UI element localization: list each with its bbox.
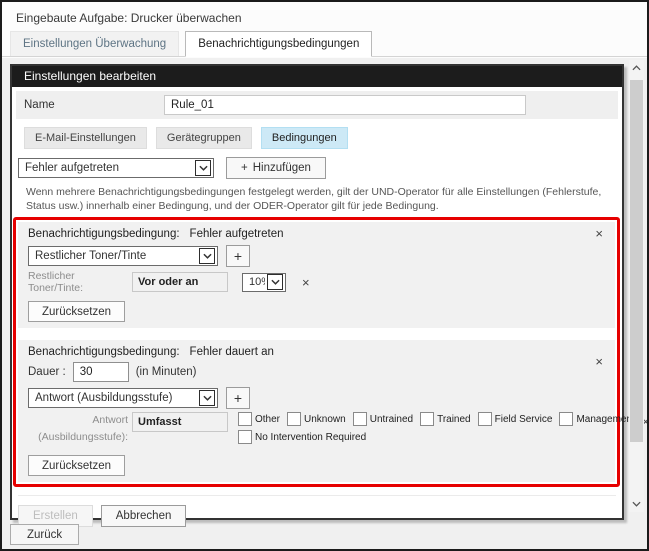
- checkbox-label: Management: [576, 414, 634, 425]
- reset-button[interactable]: Zurücksetzen: [28, 301, 125, 322]
- condition-type-value: Fehler aufgetreten: [19, 162, 193, 174]
- cancel-button[interactable]: Abbrechen: [101, 505, 187, 527]
- checkbox-label: No Intervention Required: [255, 432, 366, 443]
- chevron-down-icon[interactable]: [199, 390, 215, 406]
- name-input[interactable]: [164, 95, 526, 115]
- checkbox-label: Field Service: [495, 414, 553, 425]
- condition-header-label: Benachrichtigungsbedingung:: [28, 228, 180, 242]
- toner-condition-input: [132, 272, 228, 292]
- duration-unit-label: (in Minuten): [136, 366, 197, 378]
- subtab-label: E-Mail-Einstellungen: [35, 132, 136, 144]
- panel-footer: Erstellen Abbrechen: [18, 495, 616, 527]
- criteria-select-value: Antwort (Ausbildungsstufe): [29, 392, 197, 404]
- reset-button[interactable]: Zurücksetzen: [28, 455, 125, 476]
- name-label: Name: [24, 99, 164, 111]
- subtab-email-settings[interactable]: E-Mail-Einstellungen: [24, 127, 147, 149]
- duration-input[interactable]: [73, 362, 129, 382]
- answer-label-line2: (Ausbildungsstufe):: [38, 431, 128, 443]
- checkbox-no-intervention-required[interactable]: [238, 430, 252, 444]
- toner-percent-select[interactable]: 10%: [242, 273, 286, 292]
- chevron-up-icon[interactable]: [629, 60, 644, 76]
- checkbox-field-service[interactable]: [478, 412, 492, 426]
- answer-condition-input: [132, 412, 228, 432]
- condition-block-header: Benachrichtigungsbedingung: Fehler dauer…: [28, 343, 603, 360]
- condition-block-header: Benachrichtigungsbedingung: Fehler aufge…: [28, 225, 603, 242]
- content-area: Einstellungen bearbeiten Name E-Mail-Ein…: [2, 58, 647, 549]
- tab-einstellungen-ueberwachung[interactable]: Einstellungen Überwachung: [10, 31, 179, 56]
- name-row: Name: [16, 91, 618, 119]
- toner-criteria-select[interactable]: Restlicher Toner/Tinte: [28, 246, 218, 266]
- answer-label: Antwort (Ausbildungsstufe):: [28, 412, 128, 446]
- vertical-scrollbar[interactable]: [629, 60, 644, 512]
- checkbox-management[interactable]: [559, 412, 573, 426]
- checkbox-label: Unknown: [304, 414, 346, 425]
- duration-row: Dauer : (in Minuten): [28, 362, 603, 382]
- chevron-down-icon[interactable]: [199, 248, 215, 264]
- add-condition-row: Fehler aufgetreten + Hinzufügen: [18, 157, 622, 179]
- plus-icon: +: [234, 248, 242, 264]
- toner-condition-label: Restlicher Toner/Tinte:: [28, 270, 128, 294]
- checkbox-label: Untrained: [370, 414, 413, 425]
- toner-condition-row: Restlicher Toner/Tinte: 10% ×: [28, 270, 603, 294]
- checkbox-trained[interactable]: [420, 412, 434, 426]
- scrollbar-thumb[interactable]: [630, 80, 643, 442]
- percent-value: 10%: [243, 276, 265, 288]
- condition-block-error-occurred: Benachrichtigungsbedingung: Fehler aufge…: [18, 222, 615, 328]
- checkbox-label: Trained: [437, 414, 471, 425]
- remove-icon[interactable]: ×: [302, 275, 310, 290]
- tab-strip: Einstellungen Überwachung Benachrichtigu…: [2, 27, 647, 57]
- subtab-label: Bedingungen: [272, 132, 337, 144]
- edit-settings-panel: Einstellungen bearbeiten Name E-Mail-Ein…: [10, 64, 624, 520]
- criteria-select-row: Restlicher Toner/Tinte +: [28, 245, 603, 267]
- checkbox-row: No Intervention Required: [238, 430, 642, 444]
- add-button-label: Hinzufügen: [253, 162, 311, 174]
- close-icon[interactable]: ×: [595, 228, 603, 240]
- page-title: Eingebaute Aufgabe: Drucker überwachen: [2, 2, 647, 27]
- answer-criteria-select[interactable]: Antwort (Ausbildungsstufe): [28, 388, 218, 408]
- subtab-label: Gerätegruppen: [167, 132, 241, 144]
- duration-label: Dauer :: [28, 366, 66, 378]
- chevron-down-icon[interactable]: [267, 274, 283, 290]
- add-criteria-button[interactable]: +: [226, 387, 250, 409]
- answer-label-line1: Antwort: [92, 414, 128, 426]
- checkbox-label: Other: [255, 414, 280, 425]
- operator-info-text: Wenn mehrere Benachrichtigungsbedingunge…: [26, 185, 608, 213]
- conditions-highlight-region: Benachrichtigungsbedingung: Fehler aufge…: [13, 217, 620, 487]
- subtab-device-groups[interactable]: Gerätegruppen: [156, 127, 252, 149]
- condition-block-error-persists: Benachrichtigungsbedingung: Fehler dauer…: [18, 340, 615, 482]
- subtab-strip: E-Mail-Einstellungen Gerätegruppen Bedin…: [24, 127, 622, 149]
- add-condition-button[interactable]: + Hinzufügen: [226, 157, 326, 179]
- add-criteria-button[interactable]: +: [226, 245, 250, 267]
- back-button[interactable]: Zurück: [10, 524, 79, 545]
- tab-label: Einstellungen Überwachung: [23, 38, 166, 50]
- chevron-down-icon[interactable]: [195, 160, 211, 176]
- tab-benachrichtigungsbedingungen[interactable]: Benachrichtigungsbedingungen: [185, 31, 372, 57]
- dialog-window: Eingebaute Aufgabe: Drucker überwachen E…: [0, 0, 649, 551]
- checkbox-row: Other Unknown Untrained Trained Field Se…: [238, 412, 642, 426]
- condition-type-select[interactable]: Fehler aufgetreten: [18, 158, 214, 178]
- answer-condition-row: Antwort (Ausbildungsstufe): Other Unknow…: [28, 412, 603, 448]
- condition-header-label: Benachrichtigungsbedingung:: [28, 346, 180, 360]
- checkbox-unknown[interactable]: [287, 412, 301, 426]
- criteria-select-row: Antwort (Ausbildungsstufe) +: [28, 387, 603, 409]
- checkbox-untrained[interactable]: [353, 412, 367, 426]
- close-icon[interactable]: ×: [595, 356, 603, 368]
- checkbox-other[interactable]: [238, 412, 252, 426]
- condition-header-value: Fehler aufgetreten: [190, 228, 284, 242]
- subtab-conditions[interactable]: Bedingungen: [261, 127, 348, 149]
- plus-icon: +: [234, 390, 242, 406]
- criteria-select-value: Restlicher Toner/Tinte: [29, 250, 197, 262]
- chevron-down-icon[interactable]: [629, 496, 644, 512]
- tab-label: Benachrichtigungsbedingungen: [198, 38, 359, 50]
- training-level-checkboxes: Other Unknown Untrained Trained Field Se…: [238, 412, 642, 448]
- panel-title: Einstellungen bearbeiten: [12, 66, 622, 87]
- condition-header-value: Fehler dauert an: [190, 346, 274, 360]
- plus-icon: +: [241, 162, 248, 174]
